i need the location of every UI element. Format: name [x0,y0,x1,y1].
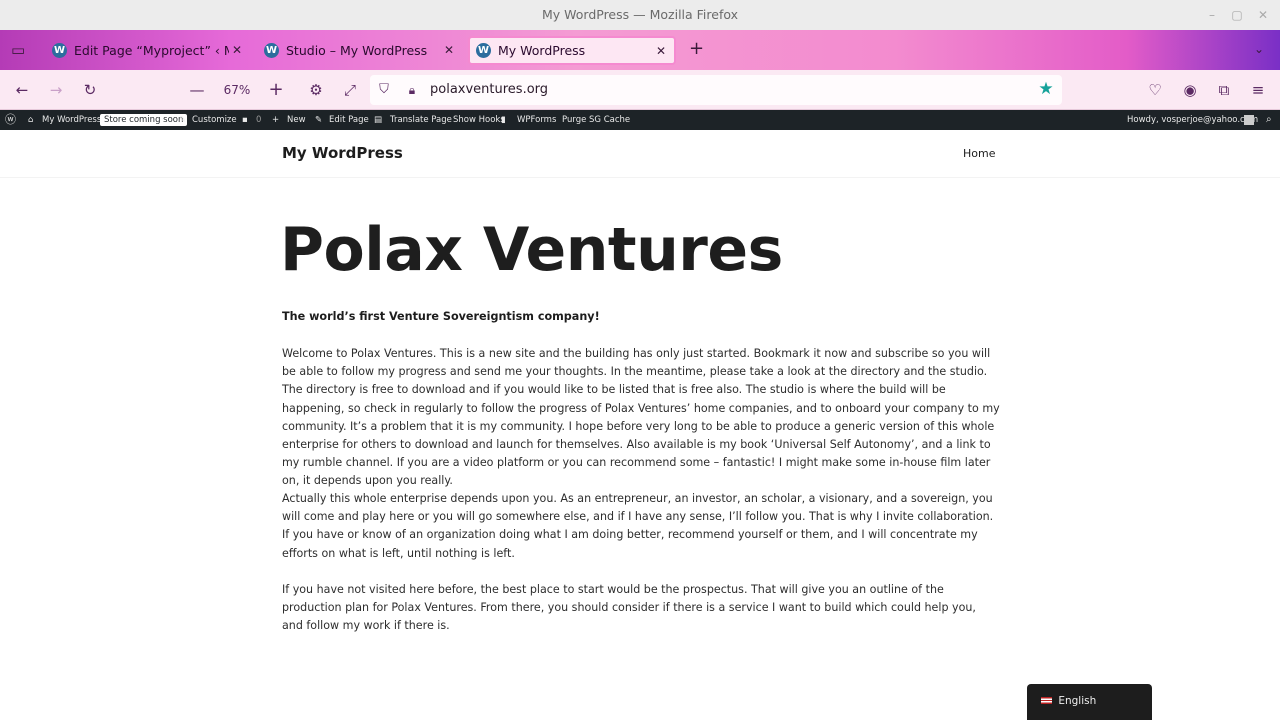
tab-edit-page[interactable]: W Edit Page “Myproject” ‹ My W ✕ [52,36,248,65]
url-text[interactable]: polaxventures.org [430,80,548,100]
zoom-level[interactable]: 67% [218,80,256,100]
tab-close-icon[interactable]: ✕ [444,43,454,57]
intro-paragraph: Welcome to Polax Ventures. This is a new… [282,347,1000,488]
language-switcher[interactable]: English [1027,684,1152,720]
forward-icon[interactable]: → [46,80,66,100]
us-flag-icon [1041,697,1052,704]
extensions-icon[interactable]: ⧉ [1214,80,1234,100]
language-label: English [1058,695,1097,707]
search-icon[interactable]: ⌕ [1266,110,1272,130]
wordpress-logo-icon[interactable]: ⓦ [5,110,16,130]
tab-label: Studio – My WordPress [286,43,428,58]
wordpress-icon: W [264,43,279,58]
reload-icon[interactable]: ↻ [80,80,100,100]
website-content: My WordPress Home Polax Ventures The wor… [0,130,1280,720]
tab-label: Edit Page “Myproject” ‹ My W [74,43,229,58]
settings-gear-icon[interactable]: ⚙ [306,80,326,100]
zoom-in-icon[interactable]: + [266,80,286,100]
howdy-user-link[interactable]: Howdy, vosperjoe@yahoo.com [1127,110,1258,130]
home-icon: ⌂ [28,115,34,125]
translate-page-link[interactable]: Translate Page [390,110,452,130]
new-link[interactable]: New [287,110,306,130]
tab-my-wordpress[interactable]: W My WordPress ✕ [468,36,676,65]
pocket-icon[interactable]: ♡ [1145,80,1165,100]
plus-icon: + [272,115,280,125]
window-titlebar: My WordPress — Mozilla Firefox – ▢ ✕ [0,0,1280,30]
window-title: My WordPress — Mozilla Firefox [541,7,739,22]
wordpress-icon: W [476,43,491,58]
show-hooks-link[interactable]: Show Hooks [453,110,505,130]
comments-icon: ▪ [242,115,248,125]
minimize-icon[interactable]: – [1205,8,1219,22]
fullscreen-icon[interactable]: ⤢ [340,80,360,100]
zoom-out-icon[interactable]: — [187,80,207,100]
back-icon[interactable]: ← [12,80,32,100]
purge-cache-link[interactable]: Purge SG Cache [562,110,630,130]
wordpress-icon: W [52,43,67,58]
store-status-badge[interactable]: Store coming soon [100,114,188,126]
hooks-lock-icon: ▮ [501,115,506,125]
account-icon[interactable]: ◉ [1180,80,1200,100]
maximize-icon[interactable]: ▢ [1230,8,1244,22]
site-brand[interactable]: My WordPress [282,144,403,162]
edit-page-link[interactable]: Edit Page [329,110,369,130]
customize-link[interactable]: Customize [192,110,237,130]
tab-label: My WordPress [498,43,586,58]
comments-count[interactable]: 0 [256,110,261,130]
tab-studio[interactable]: W Studio – My WordPress ✕ [264,36,459,65]
brush-icon: ✎ [179,115,187,125]
menu-icon[interactable]: ≡ [1248,80,1268,100]
tab-close-icon[interactable]: ✕ [656,44,666,58]
page-heading: Polax Ventures [280,215,783,285]
page-tagline: The world’s first Venture Sovereigntism … [282,310,600,323]
admin-site-link[interactable]: My WordPress [42,110,101,130]
lock-icon[interactable]: 🔒︎ [404,80,420,100]
close-window-icon[interactable]: ✕ [1256,8,1270,22]
tab-overview-icon[interactable]: ▭ [11,43,25,58]
pencil-icon: ✎ [315,115,323,125]
bookmark-star-icon[interactable]: ★ [1036,79,1056,99]
wp-admin-bar: ⓦ ⌂ My WordPress Store coming soon ✎ Cus… [0,110,1280,130]
wpforms-link[interactable]: WPForms [517,110,556,130]
avatar[interactable] [1244,115,1254,125]
tab-close-icon[interactable]: ✕ [232,43,242,57]
prospectus-paragraph: If you have not visited here before, the… [282,583,976,633]
shield-icon[interactable]: ⛉ [376,80,392,100]
new-tab-icon[interactable]: + [689,40,704,58]
list-tabs-icon[interactable]: ⌄ [1254,42,1264,56]
site-header: My WordPress Home [0,130,1280,178]
translate-icon: ▤ [374,115,383,125]
tab-bar: ▭ W Edit Page “Myproject” ‹ My W ✕ W Stu… [0,30,1280,70]
navigation-toolbar: ← → ↻ — 67% + ⚙ ⤢ ⛉ 🔒︎ polaxventures.org… [0,70,1280,110]
collaboration-paragraph: Actually this whole enterprise depends u… [282,492,994,560]
nav-home-link[interactable]: Home [963,147,995,160]
url-bar[interactable]: ⛉ 🔒︎ polaxventures.org ★ [370,75,1062,105]
